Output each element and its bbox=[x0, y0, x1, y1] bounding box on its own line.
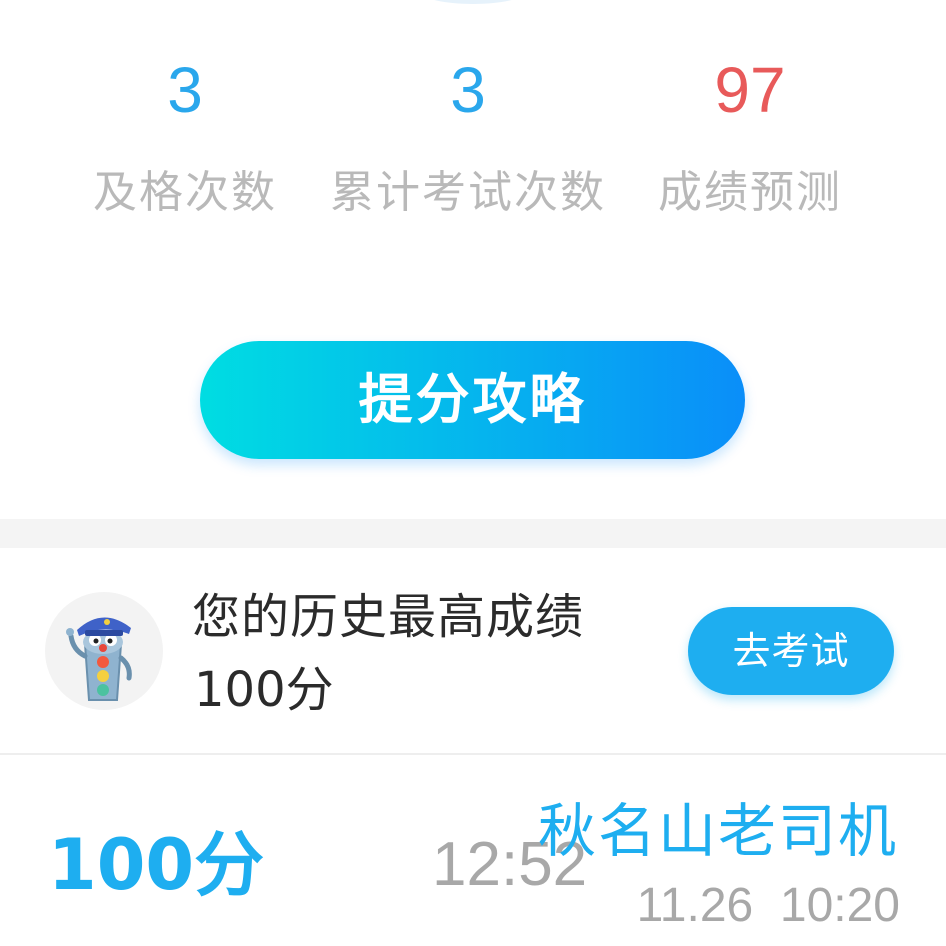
section-divider-band bbox=[0, 519, 946, 548]
list-divider bbox=[0, 753, 946, 755]
stat-value: 97 bbox=[714, 54, 786, 126]
take-exam-button[interactable]: 去考试 bbox=[688, 607, 894, 695]
history-score: 100分 bbox=[48, 824, 265, 906]
history-user-name: 秋名山老司机 bbox=[537, 797, 898, 865]
stat-pass-count: 3 及格次数 bbox=[35, 52, 335, 220]
stat-value: 3 bbox=[167, 54, 203, 126]
header-arc-decoration bbox=[423, 0, 523, 4]
stat-label: 累计考试次数 bbox=[330, 167, 606, 218]
traffic-light-mascot-icon bbox=[45, 592, 163, 710]
history-timestamp: 11.26 10:20 bbox=[636, 879, 900, 932]
best-record-title: 您的历史最高成绩 bbox=[192, 589, 585, 645]
best-record-score: 100分 bbox=[194, 662, 334, 718]
stat-label: 成绩预测 bbox=[658, 167, 842, 218]
stat-label: 及格次数 bbox=[93, 167, 277, 218]
stat-score-prediction: 97 成绩预测 bbox=[600, 52, 900, 220]
stat-value: 3 bbox=[450, 54, 486, 126]
stat-total-exams: 3 累计考试次数 bbox=[318, 52, 618, 220]
exam-records-screen: 3 及格次数 3 累计考试次数 97 成绩预测 提分攻略 您的历史最高成绩 10… bbox=[0, 0, 946, 946]
score-boost-button[interactable]: 提分攻略 bbox=[200, 341, 745, 459]
